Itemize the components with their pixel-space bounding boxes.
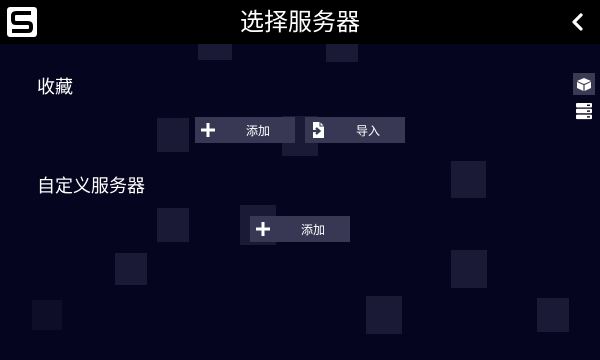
favorites-add-label: 添加: [245, 123, 270, 138]
server-list-icon[interactable]: [573, 100, 595, 122]
background-tile: [198, 44, 232, 60]
favorites-import-label: 导入: [355, 123, 380, 138]
background-tile: [366, 296, 402, 334]
background-tile: [451, 161, 486, 198]
background-tile: [115, 253, 147, 285]
favorites-add-button[interactable]: 添加: [195, 117, 295, 143]
custom-servers-add-button[interactable]: 添加: [250, 216, 350, 242]
background-tile: [157, 118, 189, 152]
plus-icon: [195, 117, 221, 143]
background-tile: [451, 250, 487, 288]
favorites-heading: 收藏: [37, 77, 73, 98]
background-tile: [537, 298, 569, 332]
file-import-icon: [305, 117, 331, 143]
custom-servers-add-label: 添加: [300, 222, 325, 237]
top-bar: 选择服务器: [0, 0, 600, 44]
page-title: 选择服务器: [240, 8, 360, 36]
plus-icon: [250, 216, 276, 242]
background-tile: [32, 300, 62, 330]
chevron-left-icon[interactable]: [566, 10, 590, 34]
background-tile: [157, 208, 189, 242]
favorites-import-button[interactable]: 导入: [305, 117, 405, 143]
custom-servers-heading: 自定义服务器: [37, 176, 145, 197]
box-icon[interactable]: [573, 73, 595, 95]
background-tile: [326, 44, 358, 62]
